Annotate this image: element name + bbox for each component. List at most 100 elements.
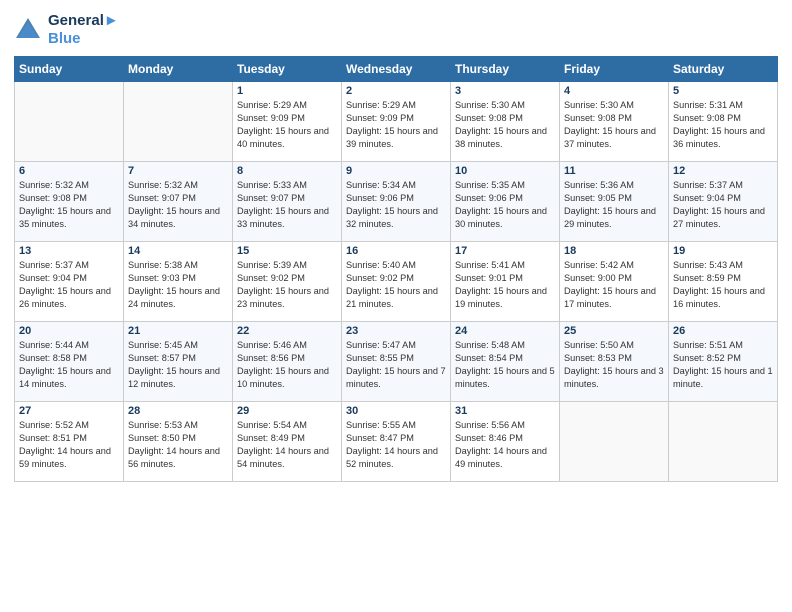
- calendar-header-row: SundayMondayTuesdayWednesdayThursdayFrid…: [15, 57, 778, 82]
- calendar-cell: 30 Sunrise: 5:55 AM Sunset: 8:47 PM Dayl…: [342, 402, 451, 482]
- sunrise-text: Sunrise: 5:45 AM: [128, 339, 228, 352]
- day-number: 7: [128, 165, 228, 177]
- daylight-text: Daylight: 15 hours and 26 minutes.: [19, 285, 119, 311]
- calendar-cell: 3 Sunrise: 5:30 AM Sunset: 9:08 PM Dayli…: [451, 82, 560, 162]
- daylight-text: Daylight: 15 hours and 3 minutes.: [564, 365, 664, 391]
- daylight-text: Daylight: 15 hours and 17 minutes.: [564, 285, 664, 311]
- weekday-header: Tuesday: [233, 57, 342, 82]
- day-number: 30: [346, 405, 446, 417]
- cell-details: Sunrise: 5:37 AM Sunset: 9:04 PM Dayligh…: [673, 179, 773, 231]
- sunrise-text: Sunrise: 5:52 AM: [19, 419, 119, 432]
- day-number: 2: [346, 85, 446, 97]
- sunset-text: Sunset: 8:50 PM: [128, 432, 228, 445]
- sunrise-text: Sunrise: 5:33 AM: [237, 179, 337, 192]
- daylight-text: Daylight: 15 hours and 37 minutes.: [564, 125, 664, 151]
- day-number: 29: [237, 405, 337, 417]
- day-number: 25: [564, 325, 664, 337]
- cell-details: Sunrise: 5:36 AM Sunset: 9:05 PM Dayligh…: [564, 179, 664, 231]
- day-number: 6: [19, 165, 119, 177]
- cell-details: Sunrise: 5:52 AM Sunset: 8:51 PM Dayligh…: [19, 419, 119, 471]
- cell-details: Sunrise: 5:41 AM Sunset: 9:01 PM Dayligh…: [455, 259, 555, 311]
- sunset-text: Sunset: 8:59 PM: [673, 272, 773, 285]
- calendar-cell: 26 Sunrise: 5:51 AM Sunset: 8:52 PM Dayl…: [669, 322, 778, 402]
- header: General► Blue: [14, 12, 778, 48]
- calendar-cell: 31 Sunrise: 5:56 AM Sunset: 8:46 PM Dayl…: [451, 402, 560, 482]
- calendar-cell: 25 Sunrise: 5:50 AM Sunset: 8:53 PM Dayl…: [560, 322, 669, 402]
- daylight-text: Daylight: 15 hours and 40 minutes.: [237, 125, 337, 151]
- cell-details: Sunrise: 5:42 AM Sunset: 9:00 PM Dayligh…: [564, 259, 664, 311]
- sunset-text: Sunset: 9:04 PM: [673, 192, 773, 205]
- daylight-text: Daylight: 15 hours and 29 minutes.: [564, 205, 664, 231]
- cell-details: Sunrise: 5:37 AM Sunset: 9:04 PM Dayligh…: [19, 259, 119, 311]
- cell-details: Sunrise: 5:29 AM Sunset: 9:09 PM Dayligh…: [237, 99, 337, 151]
- daylight-text: Daylight: 15 hours and 19 minutes.: [455, 285, 555, 311]
- calendar-cell: [560, 402, 669, 482]
- day-number: 22: [237, 325, 337, 337]
- cell-details: Sunrise: 5:54 AM Sunset: 8:49 PM Dayligh…: [237, 419, 337, 471]
- sunset-text: Sunset: 9:04 PM: [19, 272, 119, 285]
- daylight-text: Daylight: 15 hours and 34 minutes.: [128, 205, 228, 231]
- calendar-week-row: 1 Sunrise: 5:29 AM Sunset: 9:09 PM Dayli…: [15, 82, 778, 162]
- logo-icon: [14, 16, 42, 44]
- cell-details: Sunrise: 5:56 AM Sunset: 8:46 PM Dayligh…: [455, 419, 555, 471]
- day-number: 10: [455, 165, 555, 177]
- calendar-cell: 22 Sunrise: 5:46 AM Sunset: 8:56 PM Dayl…: [233, 322, 342, 402]
- calendar-cell: 9 Sunrise: 5:34 AM Sunset: 9:06 PM Dayli…: [342, 162, 451, 242]
- daylight-text: Daylight: 15 hours and 5 minutes.: [455, 365, 555, 391]
- daylight-text: Daylight: 14 hours and 52 minutes.: [346, 445, 446, 471]
- sunset-text: Sunset: 8:51 PM: [19, 432, 119, 445]
- calendar-cell: 4 Sunrise: 5:30 AM Sunset: 9:08 PM Dayli…: [560, 82, 669, 162]
- calendar-cell: 19 Sunrise: 5:43 AM Sunset: 8:59 PM Dayl…: [669, 242, 778, 322]
- cell-details: Sunrise: 5:34 AM Sunset: 9:06 PM Dayligh…: [346, 179, 446, 231]
- calendar-cell: [669, 402, 778, 482]
- cell-details: Sunrise: 5:40 AM Sunset: 9:02 PM Dayligh…: [346, 259, 446, 311]
- day-number: 13: [19, 245, 119, 257]
- calendar-cell: 5 Sunrise: 5:31 AM Sunset: 9:08 PM Dayli…: [669, 82, 778, 162]
- day-number: 31: [455, 405, 555, 417]
- weekday-header: Sunday: [15, 57, 124, 82]
- sunrise-text: Sunrise: 5:48 AM: [455, 339, 555, 352]
- sunrise-text: Sunrise: 5:32 AM: [19, 179, 119, 192]
- calendar-cell: 11 Sunrise: 5:36 AM Sunset: 9:05 PM Dayl…: [560, 162, 669, 242]
- sunrise-text: Sunrise: 5:38 AM: [128, 259, 228, 272]
- sunset-text: Sunset: 9:02 PM: [237, 272, 337, 285]
- day-number: 23: [346, 325, 446, 337]
- sunset-text: Sunset: 8:47 PM: [346, 432, 446, 445]
- sunset-text: Sunset: 9:08 PM: [19, 192, 119, 205]
- daylight-text: Daylight: 15 hours and 30 minutes.: [455, 205, 555, 231]
- cell-details: Sunrise: 5:51 AM Sunset: 8:52 PM Dayligh…: [673, 339, 773, 391]
- daylight-text: Daylight: 15 hours and 32 minutes.: [346, 205, 446, 231]
- sunset-text: Sunset: 8:56 PM: [237, 352, 337, 365]
- sunset-text: Sunset: 8:54 PM: [455, 352, 555, 365]
- calendar-cell: 12 Sunrise: 5:37 AM Sunset: 9:04 PM Dayl…: [669, 162, 778, 242]
- sunrise-text: Sunrise: 5:37 AM: [673, 179, 773, 192]
- calendar-cell: 1 Sunrise: 5:29 AM Sunset: 9:09 PM Dayli…: [233, 82, 342, 162]
- sunrise-text: Sunrise: 5:40 AM: [346, 259, 446, 272]
- daylight-text: Daylight: 15 hours and 33 minutes.: [237, 205, 337, 231]
- day-number: 11: [564, 165, 664, 177]
- sunrise-text: Sunrise: 5:55 AM: [346, 419, 446, 432]
- calendar-cell: 24 Sunrise: 5:48 AM Sunset: 8:54 PM Dayl…: [451, 322, 560, 402]
- sunrise-text: Sunrise: 5:30 AM: [455, 99, 555, 112]
- daylight-text: Daylight: 15 hours and 1 minute.: [673, 365, 773, 391]
- day-number: 12: [673, 165, 773, 177]
- daylight-text: Daylight: 15 hours and 12 minutes.: [128, 365, 228, 391]
- calendar-cell: 15 Sunrise: 5:39 AM Sunset: 9:02 PM Dayl…: [233, 242, 342, 322]
- calendar-cell: 10 Sunrise: 5:35 AM Sunset: 9:06 PM Dayl…: [451, 162, 560, 242]
- day-number: 20: [19, 325, 119, 337]
- sunset-text: Sunset: 9:02 PM: [346, 272, 446, 285]
- sunset-text: Sunset: 9:00 PM: [564, 272, 664, 285]
- calendar-cell: 28 Sunrise: 5:53 AM Sunset: 8:50 PM Dayl…: [124, 402, 233, 482]
- weekday-header: Monday: [124, 57, 233, 82]
- day-number: 14: [128, 245, 228, 257]
- day-number: 9: [346, 165, 446, 177]
- cell-details: Sunrise: 5:32 AM Sunset: 9:07 PM Dayligh…: [128, 179, 228, 231]
- cell-details: Sunrise: 5:45 AM Sunset: 8:57 PM Dayligh…: [128, 339, 228, 391]
- day-number: 1: [237, 85, 337, 97]
- cell-details: Sunrise: 5:39 AM Sunset: 9:02 PM Dayligh…: [237, 259, 337, 311]
- sunset-text: Sunset: 8:49 PM: [237, 432, 337, 445]
- daylight-text: Daylight: 15 hours and 21 minutes.: [346, 285, 446, 311]
- sunrise-text: Sunrise: 5:35 AM: [455, 179, 555, 192]
- sunrise-text: Sunrise: 5:42 AM: [564, 259, 664, 272]
- calendar-cell: 2 Sunrise: 5:29 AM Sunset: 9:09 PM Dayli…: [342, 82, 451, 162]
